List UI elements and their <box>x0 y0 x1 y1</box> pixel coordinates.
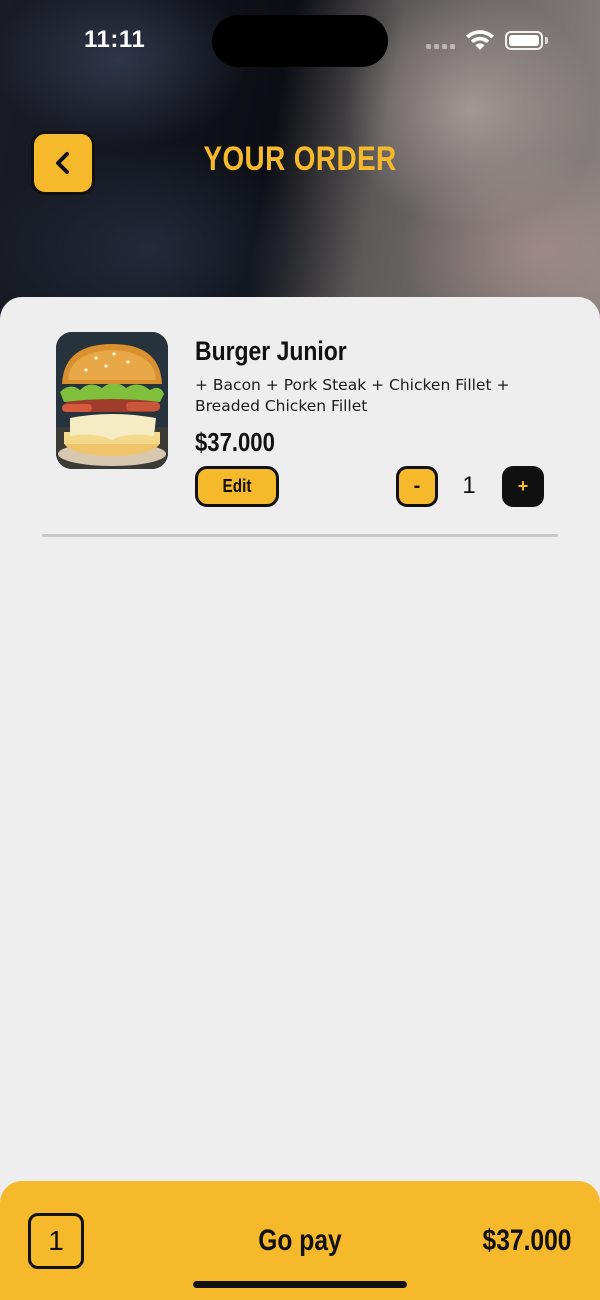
page-title: YOUR ORDER <box>203 140 397 178</box>
increase-quantity-button[interactable]: + <box>502 466 544 507</box>
cellular-signal-icon <box>426 44 455 49</box>
dynamic-island <box>212 15 388 67</box>
item-divider <box>42 534 558 537</box>
home-indicator <box>193 1281 407 1288</box>
item-name: Burger Junior <box>195 336 347 366</box>
decrease-quantity-button[interactable]: - <box>396 466 438 507</box>
edit-button-label: Edit <box>222 476 252 496</box>
go-pay-button[interactable]: Go pay <box>54 1224 546 1258</box>
edit-button[interactable]: Edit <box>195 466 279 507</box>
quantity-value: 1 <box>462 472 476 499</box>
item-price: $37.000 <box>195 427 275 457</box>
status-time: 11:11 <box>84 26 146 53</box>
burger-photo <box>56 332 168 469</box>
item-extras: + Bacon + Pork Steak + Chicken Fillet + … <box>195 376 510 415</box>
order-total: $37.000 <box>482 1224 571 1257</box>
wifi-icon <box>466 30 494 50</box>
battery-tip <box>545 37 548 44</box>
battery-full-icon <box>505 31 543 50</box>
